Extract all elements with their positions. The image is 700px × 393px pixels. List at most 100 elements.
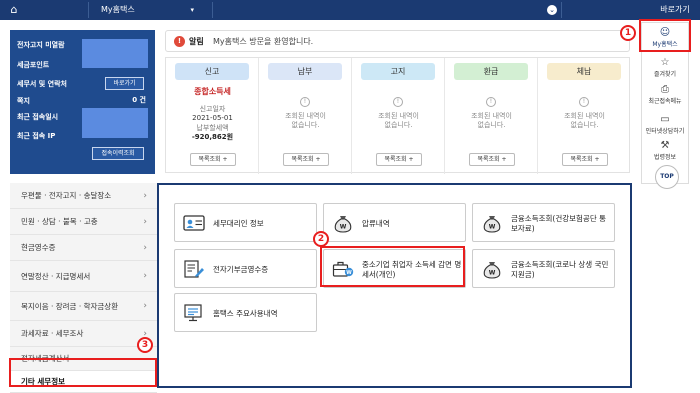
list-view-button[interactable]: 목록조회 + [190,153,236,166]
info-icon: ! [300,97,310,107]
tile-label: 압류내역 [362,218,390,228]
highlight-box [9,358,157,387]
empty-text: 조회된 내역이 [285,112,326,120]
card-item[interactable]: 종합소득세 [166,87,259,96]
left-menu-item[interactable]: 민원 · 상담 · 불복 · 고충 › [10,209,157,235]
empty-text: 조회된 내역이 [378,112,419,120]
info-icon: ! [579,97,589,107]
tax-office-go-button[interactable]: 바로가기 [105,77,144,90]
callout-number: 1 [620,25,636,41]
scroll-top-button[interactable]: TOP [655,165,679,189]
quick-link-button[interactable]: 바로가기 [650,0,700,20]
left-menu-item[interactable]: 현금영수증 › [10,235,157,261]
money-bag-icon: W [334,216,352,233]
left-menu-label: 과세자료 · 세무조사 [21,329,84,338]
quick-menu-law[interactable]: ⚒ 법령정보 [642,140,688,161]
id-card-icon [183,215,205,231]
tile-hometax-usage-history[interactable]: 홈택스 주요사용내역 [174,293,317,332]
quick-menu-label: 법령정보 [653,154,677,161]
empty-text: 없습니다. [570,121,599,129]
top-navigation-bar: ⌂ My홈택스 ▾ ⌄ 바로가기 [0,0,700,20]
login-history-button[interactable]: 접속이력조회 [92,147,144,160]
notice-label: 알림 [189,37,204,46]
chevron-right-icon: › [143,191,147,201]
svg-text:W: W [489,270,496,277]
tile-label: 금융소득조회(건강보험공단 통보자료) [511,213,607,233]
left-menu-item[interactable]: 우편물 · 전자고지 · 송달장소 › [10,183,157,209]
user-info-panel: 전자고지 미열람 세금포인트 세무서 및 연락처 쪽지 최근 접속일시 최근 접… [10,30,155,174]
receipt-pen-icon [184,260,204,278]
chevron-right-icon: › [143,271,147,281]
message-count[interactable]: 0 건 [132,95,146,105]
left-menu-label: 우편물 · 전자고지 · 송달장소 [21,191,112,200]
redacted-box [82,108,148,138]
list-view-button[interactable]: 목록조회 + [376,153,422,166]
status-cards: 신고 종합소득세 신고일자 2021-05-01 납부할세액 -920,862원… [165,57,631,174]
money-bag-icon: W [483,262,501,279]
tile-financial-income-covid[interactable]: W 금융소득조회(코로나 상생 국민지원금) [472,249,615,288]
card-title[interactable]: 고지 [361,63,435,80]
tax-office-label: 세무서 및 연락처 [17,80,67,88]
money-bag-icon: W [483,216,501,233]
empty-text: 조회된 내역이 [564,112,605,120]
quick-menu-label: 즐겨찾기 [653,71,677,78]
left-menu-label: 연말정산 · 지급명세서 [21,272,91,281]
left-menu-item[interactable]: 복지이음 · 장려금 · 학자금상환 › [10,292,157,321]
star-icon: ☆ [660,57,670,68]
chat-icon: ▭ [660,114,670,125]
tile-financial-income-health[interactable]: W 금융소득조회(건강보험공단 통보자료) [472,203,615,242]
card-title[interactable]: 체납 [547,63,621,80]
left-menu-label: 민원 · 상담 · 불복 · 고충 [21,217,98,226]
submenu-select[interactable]: ⌄ [212,2,562,18]
card-amount-label: 납부할세액 [196,124,229,132]
list-view-button[interactable]: 목록조회 + [562,153,608,166]
status-card-notice: 고지 ! 조회된 내역이 없습니다. 목록조회 + [352,58,445,174]
tile-seizure-history[interactable]: W 압류내역 [323,203,466,242]
gavel-icon: ⚒ [660,140,670,151]
tile-tax-agent-info[interactable]: 세무대리인 정보 [174,203,317,242]
list-view-button[interactable]: 목록조회 + [469,153,515,166]
callout-number: 3 [137,337,153,353]
info-icon: ! [486,97,496,107]
svg-text:W: W [340,224,347,231]
recent-login-ip-label: 최근 접속 IP [17,132,56,140]
card-date-label: 신고일자 [199,105,226,113]
alert-icon: ! [174,36,185,47]
page: ⌂ My홈택스 ▾ ⌄ 바로가기 전자고지 미열람 세금포인트 세무서 및 연락… [0,0,700,393]
chevron-right-icon: › [143,243,147,253]
info-icon: ! [393,97,403,107]
empty-text: 없습니다. [384,121,413,129]
quick-menu-favorites[interactable]: ☆ 즐겨찾기 [642,57,688,78]
left-menu-item[interactable]: 연말정산 · 지급명세서 › [10,261,157,292]
tile-label: 세무대리인 정보 [213,218,264,228]
tile-electronic-donation-receipt[interactable]: 전자기부금영수증 [174,249,317,288]
quick-menu-label: 인터넷상담하기 [645,128,685,135]
status-card-arrears: 체납 ! 조회된 내역이 없습니다. 목록조회 + [538,58,631,174]
status-card-payment: 납부 ! 조회된 내역이 없습니다. 목록조회 + [259,58,352,174]
quick-menu-recent[interactable]: ⎙ 최근접속메뉴 [642,84,688,105]
card-title[interactable]: 환급 [454,63,528,80]
highlight-box [320,246,465,287]
left-menu-item[interactable]: 과세자료 · 세무조사 › [10,321,157,347]
quick-menu-consult[interactable]: ▭ 인터넷상담하기 [642,114,688,135]
menu-select[interactable]: My홈택스 ▾ [88,2,200,18]
chevron-right-icon: › [143,217,147,227]
empty-text: 없습니다. [291,121,320,129]
card-title[interactable]: 납부 [268,63,342,80]
list-view-button[interactable]: 목록조회 + [283,153,329,166]
svg-text:W: W [489,224,496,231]
empty-text: 조회된 내역이 [471,112,512,120]
menu-select-label: My홈택스 [101,5,135,14]
highlight-box [639,19,691,52]
chevron-down-icon: ▾ [190,6,194,14]
recent-icon: ⎙ [661,84,669,95]
left-menu-label: 현금영수증 [21,243,56,252]
message-label: 쪽지 [17,97,30,105]
tile-label: 홈택스 주요사용내역 [213,308,278,318]
card-title[interactable]: 신고 [175,63,249,80]
card-date: 2021-05-01 [192,114,233,122]
notice-text: My홈택스 방문을 환영합니다. [213,37,314,46]
tile-label: 전자기부금영수증 [213,264,269,274]
chevron-right-icon: › [143,301,147,311]
home-icon[interactable]: ⌂ [7,3,21,17]
